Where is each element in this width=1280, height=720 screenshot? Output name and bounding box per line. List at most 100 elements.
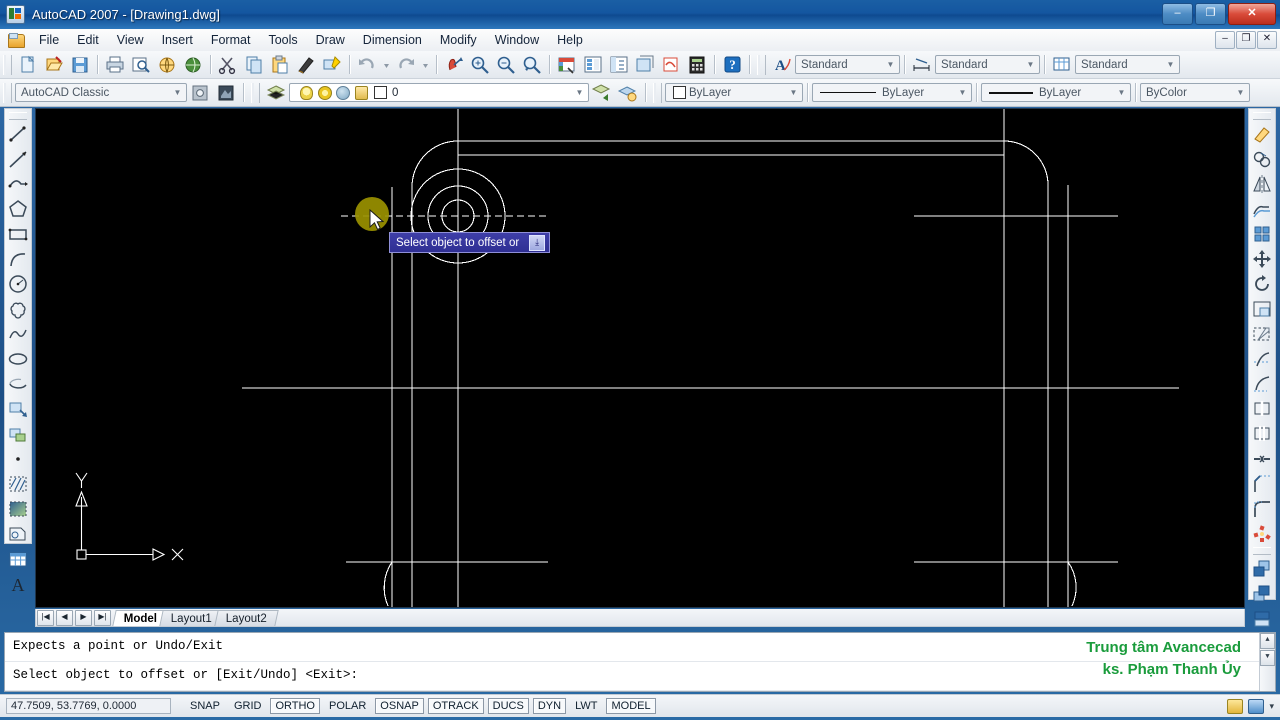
zoom-realtime-icon[interactable]: [468, 53, 492, 76]
status-toggle-model[interactable]: MODEL: [606, 698, 656, 714]
insert-block-icon[interactable]: [6, 397, 30, 421]
move-icon[interactable]: [1250, 247, 1274, 271]
last-tab-icon[interactable]: ▶|: [94, 609, 111, 626]
layers-toolbar-grip[interactable]: [251, 82, 260, 103]
help-icon[interactable]: ?: [720, 53, 744, 76]
region-icon[interactable]: [6, 522, 30, 546]
chevron-down-icon[interactable]: ▼: [1114, 85, 1129, 100]
trim-icon[interactable]: [1250, 347, 1274, 371]
match-properties-icon[interactable]: [294, 53, 318, 76]
menu-item-window[interactable]: Window: [486, 30, 548, 50]
arc-icon[interactable]: [6, 247, 30, 271]
stretch-icon[interactable]: [1250, 322, 1274, 346]
tool-palettes-icon[interactable]: [607, 53, 631, 76]
tab-layout2[interactable]: Layout2: [214, 609, 279, 626]
menu-item-help[interactable]: Help: [548, 30, 592, 50]
lock-icon[interactable]: [355, 85, 368, 100]
extend-icon[interactable]: [1250, 372, 1274, 396]
break-at-point-icon[interactable]: [1250, 397, 1274, 421]
chevron-down-icon[interactable]: ▼: [170, 85, 185, 100]
document-minimize-button[interactable]: –: [1215, 31, 1235, 49]
sheet-set-icon[interactable]: [633, 53, 657, 76]
designcenter-icon[interactable]: [581, 53, 605, 76]
zoom-previous-icon[interactable]: [520, 53, 544, 76]
layer-properties-icon[interactable]: [264, 81, 288, 104]
revision-cloud-icon[interactable]: [6, 297, 30, 321]
status-toggle-ortho[interactable]: ORTHO: [270, 698, 320, 714]
erase-icon[interactable]: [1250, 122, 1274, 146]
open-icon[interactable]: [42, 53, 66, 76]
paste-icon[interactable]: [268, 53, 292, 76]
rotate-icon[interactable]: [1250, 272, 1274, 296]
send-to-back-icon[interactable]: [1250, 582, 1274, 606]
make-object-layer-current-icon[interactable]: [616, 81, 640, 104]
undo-dropdown-icon[interactable]: [381, 53, 392, 76]
bring-to-front-icon[interactable]: [1250, 557, 1274, 581]
ellipse-arc-icon[interactable]: [6, 372, 30, 396]
menu-item-file[interactable]: File: [30, 30, 68, 50]
polyline-icon[interactable]: [6, 172, 30, 196]
text-style-icon[interactable]: A: [770, 53, 794, 76]
status-toggle-lwt[interactable]: LWT: [570, 698, 602, 714]
layer-previous-icon[interactable]: [590, 81, 614, 104]
toolbar-grip[interactable]: [3, 54, 12, 75]
document-restore-button[interactable]: ❐: [1236, 31, 1256, 49]
snowflake-icon[interactable]: [336, 85, 350, 100]
copy-object-icon[interactable]: [1250, 147, 1274, 171]
chevron-down-icon[interactable]: ▼: [955, 85, 970, 100]
chevron-down-icon[interactable]: ▼: [883, 57, 898, 72]
first-tab-icon[interactable]: |◀: [37, 609, 54, 626]
styles-toolbar-grip[interactable]: [757, 54, 766, 75]
point-icon[interactable]: [6, 447, 30, 471]
status-toggle-dyn[interactable]: DYN: [532, 698, 567, 714]
save-icon[interactable]: [68, 53, 92, 76]
coordinates-display[interactable]: 47.7509, 53.7769, 0.0000: [6, 698, 171, 714]
table-style-combo[interactable]: Standard ▼: [1075, 55, 1180, 74]
quick-calc-icon[interactable]: [685, 53, 709, 76]
command-scrollbar[interactable]: ▲ ▼: [1259, 633, 1275, 691]
bring-above-object-icon[interactable]: [1250, 607, 1274, 631]
workspace-settings-icon[interactable]: [188, 81, 212, 104]
make-block-icon[interactable]: [6, 422, 30, 446]
sun-icon[interactable]: [318, 85, 332, 100]
spline-icon[interactable]: [6, 322, 30, 346]
chevron-down-icon[interactable]: ▼: [572, 85, 587, 100]
dynamic-input-expand-icon[interactable]: ⤓: [529, 234, 546, 251]
menu-item-view[interactable]: View: [108, 30, 153, 50]
chevron-down-icon[interactable]: ▼: [1023, 57, 1038, 72]
join-icon[interactable]: [1250, 447, 1274, 471]
menu-item-insert[interactable]: Insert: [153, 30, 202, 50]
array-icon[interactable]: [1250, 222, 1274, 246]
explode-icon[interactable]: [1250, 522, 1274, 546]
plot-preview-icon[interactable]: [129, 53, 153, 76]
chevron-down-icon[interactable]: ▼: [1233, 85, 1248, 100]
ellipse-icon[interactable]: [6, 347, 30, 371]
mirror-icon[interactable]: [1250, 172, 1274, 196]
menu-item-format[interactable]: Format: [202, 30, 260, 50]
3dorbit-icon[interactable]: [181, 53, 205, 76]
workspace-combo[interactable]: AutoCAD Classic ▼: [15, 83, 187, 102]
plot-icon[interactable]: [103, 53, 127, 76]
properties-toolbar-grip[interactable]: [653, 82, 662, 103]
workspaces-toolbar-grip[interactable]: [3, 82, 12, 103]
layer-combo[interactable]: 0 ▼: [289, 83, 589, 102]
menu-item-draw[interactable]: Draw: [307, 30, 354, 50]
menu-item-dimension[interactable]: Dimension: [354, 30, 431, 50]
chamfer-icon[interactable]: [1250, 472, 1274, 496]
expand-tray-icon[interactable]: ▾: [1269, 701, 1274, 712]
maximize-button[interactable]: ❐: [1195, 3, 1226, 25]
color-swatch-icon[interactable]: [374, 86, 387, 99]
polygon-icon[interactable]: [6, 197, 30, 221]
scroll-down-icon[interactable]: ▼: [1260, 650, 1275, 666]
circle-icon[interactable]: [6, 272, 30, 296]
document-close-button[interactable]: ✕: [1257, 31, 1277, 49]
zoom-window-icon[interactable]: [494, 53, 518, 76]
menu-item-modify[interactable]: Modify: [431, 30, 486, 50]
undo-icon[interactable]: [355, 53, 379, 76]
my-workspace-icon[interactable]: [214, 81, 238, 104]
minimize-button[interactable]: –: [1162, 3, 1193, 25]
dimension-style-icon[interactable]: [910, 53, 934, 76]
menu-item-tools[interactable]: Tools: [259, 30, 306, 50]
status-toggle-osnap[interactable]: OSNAP: [375, 698, 424, 714]
next-tab-icon[interactable]: ▶: [75, 609, 92, 626]
